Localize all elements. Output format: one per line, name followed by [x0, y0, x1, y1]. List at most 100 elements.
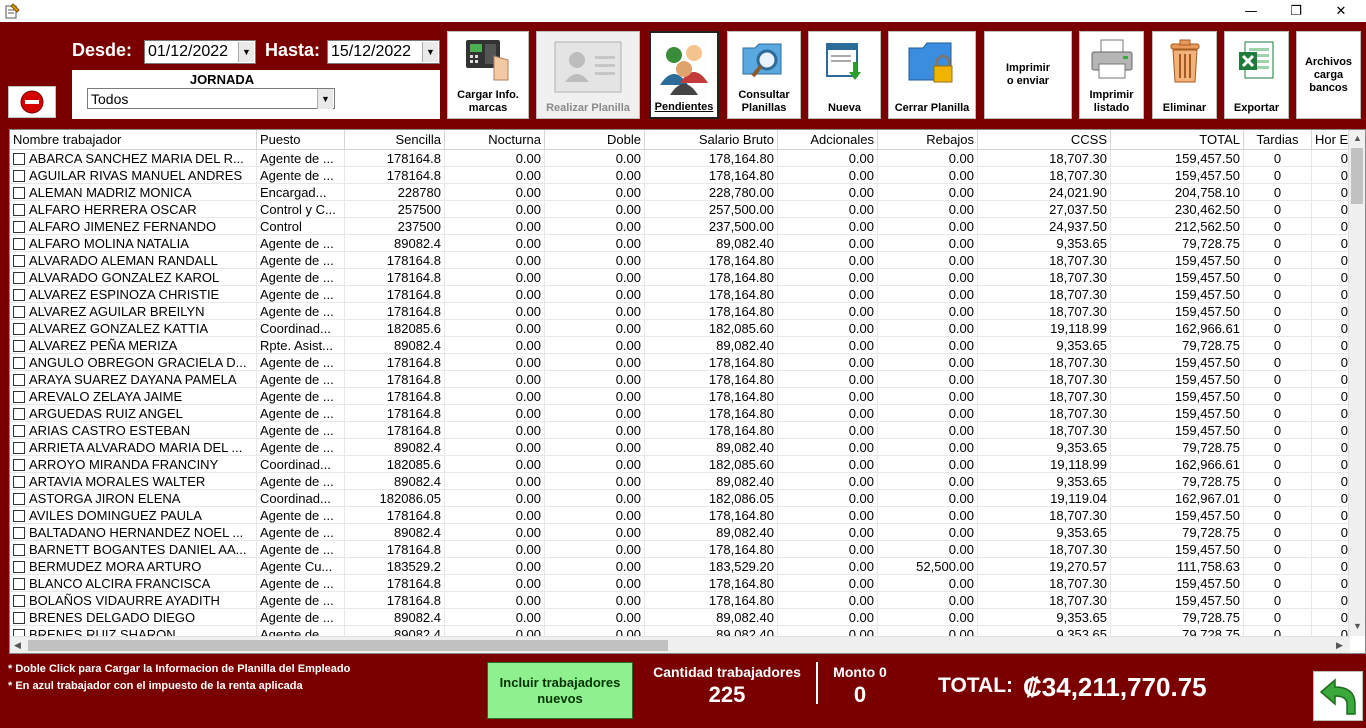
chevron-down-icon[interactable]: ▼ — [317, 88, 333, 109]
table-row[interactable]: ALVARADO GONZALEZ KAROL Agente de ... 1781… — [10, 269, 1350, 286]
row-checkbox[interactable] — [13, 493, 25, 505]
row-checkbox[interactable] — [13, 459, 25, 471]
back-button[interactable] — [1313, 671, 1363, 721]
table-row[interactable]: ANGULO OBREGON GRACIELA D... Agente de ..… — [10, 354, 1350, 371]
eliminar-button[interactable]: Eliminar — [1152, 31, 1217, 119]
horizontal-scrollbar[interactable]: ◀ ▶ — [10, 636, 1350, 653]
horizontal-scroll-thumb[interactable] — [28, 640, 668, 651]
chevron-down-icon[interactable]: ▼ — [422, 42, 438, 62]
table-row[interactable]: AVILES DOMINGUEZ PAULA Agente de ... 17816… — [10, 507, 1350, 524]
row-checkbox[interactable] — [13, 595, 25, 607]
row-checkbox[interactable] — [13, 629, 25, 636]
column-header-sencilla[interactable]: Sencilla — [345, 130, 445, 150]
column-header-nocturna[interactable]: Nocturna — [445, 130, 545, 150]
consultar-planillas-button[interactable]: Consultar Planillas — [727, 31, 801, 119]
stop-button[interactable] — [8, 86, 56, 118]
vertical-scroll-thumb[interactable] — [1351, 148, 1363, 204]
maximize-button[interactable]: ❐ — [1273, 0, 1319, 22]
row-checkbox[interactable] — [13, 442, 25, 454]
column-header-puesto[interactable]: Puesto — [257, 130, 345, 150]
table-row[interactable]: ALFARO JIMENEZ FERNANDO Control 237500 0.00… — [10, 218, 1350, 235]
cargar-marcas-button[interactable]: Cargar Info. marcas — [447, 31, 529, 119]
row-checkbox[interactable] — [13, 323, 25, 335]
hasta-date-picker[interactable]: 15/12/2022 ▼ — [327, 40, 440, 64]
column-header-nombre[interactable]: Nombre trabajador — [10, 130, 257, 150]
jornada-select[interactable]: Todos ▼ — [87, 88, 335, 109]
pendientes-button[interactable]: Pendientes — [649, 31, 719, 119]
incluir-trabajadores-button[interactable]: Incluir trabajadores nuevos — [487, 662, 633, 719]
table-row[interactable]: ABARCA SANCHEZ MARIA DEL R... Agente de .… — [10, 150, 1350, 167]
row-checkbox[interactable] — [13, 612, 25, 624]
table-row[interactable]: ALVAREZ GONZALEZ KATTIA Coordinad... 18208… — [10, 320, 1350, 337]
row-checkbox[interactable] — [13, 357, 25, 369]
table-row[interactable]: BARNETT BOGANTES DANIEL AA... Agente de .… — [10, 541, 1350, 558]
desde-date-picker[interactable]: 01/12/2022 ▼ — [144, 40, 256, 64]
chevron-down-icon[interactable]: ▼ — [238, 42, 254, 62]
table-row[interactable]: BOLAÑOS VIDAURRE AYADITH Agente de ... 178… — [10, 592, 1350, 609]
row-checkbox[interactable] — [13, 476, 25, 488]
table-row[interactable]: BRENES RUIZ SHARON Agente de ... 89082.4 0.… — [10, 626, 1350, 636]
row-checkbox[interactable] — [13, 510, 25, 522]
table-row[interactable]: BLANCO ALCIRA FRANCISCA Agente de ... 1781… — [10, 575, 1350, 592]
workers-table[interactable]: Nombre trabajador Puesto Sencilla Nocturna D… — [9, 129, 1366, 654]
table-row[interactable]: ARRIETA ALVARADO MARIA DEL ... Agente de … — [10, 439, 1350, 456]
table-row[interactable]: ALVAREZ ESPINOZA CHRISTIE Agente de ... 17… — [10, 286, 1350, 303]
imprimir-enviar-button[interactable]: Imprimir o enviar — [984, 31, 1072, 119]
chevron-left-icon[interactable]: ◀ — [14, 640, 21, 651]
table-row[interactable]: ALFARO MOLINA NATALIA Agente de ... 89082.… — [10, 235, 1350, 252]
column-header-rebajos[interactable]: Rebajos — [878, 130, 978, 150]
table-row[interactable]: ALFARO HERRERA OSCAR Control y C... 257500… — [10, 201, 1350, 218]
row-checkbox[interactable] — [13, 170, 25, 182]
row-checkbox[interactable] — [13, 306, 25, 318]
table-row[interactable]: ALEMAN MADRIZ MONICA Encargad... 228780 0.0… — [10, 184, 1350, 201]
row-checkbox[interactable] — [13, 221, 25, 233]
close-button[interactable]: ✕ — [1318, 0, 1364, 22]
table-row[interactable]: BERMUDEZ MORA ARTURO Agente Cu... 183529.2… — [10, 558, 1350, 575]
nueva-button[interactable]: Nueva — [808, 31, 881, 119]
table-row[interactable]: ARIAS CASTRO ESTEBAN Agente de ... 178164.… — [10, 422, 1350, 439]
column-header-ccss[interactable]: CCSS — [978, 130, 1111, 150]
chevron-up-icon[interactable]: ▲ — [1353, 133, 1362, 143]
row-checkbox[interactable] — [13, 204, 25, 216]
row-checkbox[interactable] — [13, 561, 25, 573]
table-row[interactable]: ARROYO MIRANDA FRANCINY Coordinad... 18208… — [10, 456, 1350, 473]
exportar-button[interactable]: Exportar — [1224, 31, 1289, 119]
row-checkbox[interactable] — [13, 578, 25, 590]
minimize-button[interactable]: — — [1228, 0, 1274, 22]
realizar-planilla-button[interactable]: Realizar Planilla — [536, 31, 640, 119]
table-row[interactable]: AREVALO ZELAYA JAIME Agente de ... 178164.… — [10, 388, 1350, 405]
table-row[interactable]: ARTAVIA MORALES WALTER Agente de ... 89082… — [10, 473, 1350, 490]
column-header-salario-bruto[interactable]: Salario Bruto — [645, 130, 778, 150]
table-row[interactable]: BALTADANO HERNANDEZ NOEL ... Agente de ..… — [10, 524, 1350, 541]
imprimir-listado-button[interactable]: Imprimir listado — [1079, 31, 1144, 119]
vertical-scrollbar[interactable]: ▲ ▼ — [1348, 130, 1365, 636]
table-row[interactable]: ARAYA SUAREZ DAYANA PAMELA Agente de ... 1… — [10, 371, 1350, 388]
cerrar-planilla-button[interactable]: Cerrar Planilla — [888, 31, 976, 119]
row-checkbox[interactable] — [13, 289, 25, 301]
row-checkbox[interactable] — [13, 425, 25, 437]
chevron-right-icon[interactable]: ▶ — [1336, 640, 1343, 651]
archivos-carga-bancos-button[interactable]: Archivos carga bancos — [1296, 31, 1361, 119]
table-row[interactable]: BRENES DELGADO DIEGO Agente de ... 89082.4… — [10, 609, 1350, 626]
row-checkbox[interactable] — [13, 153, 25, 165]
column-header-doble[interactable]: Doble — [545, 130, 645, 150]
row-checkbox[interactable] — [13, 187, 25, 199]
row-checkbox[interactable] — [13, 255, 25, 267]
chevron-down-icon[interactable]: ▼ — [1353, 621, 1362, 631]
table-row[interactable]: ALVAREZ PEÑA MERIZA Rpte. Asist... 89082.4… — [10, 337, 1350, 354]
row-checkbox[interactable] — [13, 391, 25, 403]
row-checkbox[interactable] — [13, 340, 25, 352]
row-checkbox[interactable] — [13, 408, 25, 420]
table-row[interactable]: AGUILAR RIVAS MANUEL ANDRES Agente de ...… — [10, 167, 1350, 184]
table-row[interactable]: ALVARADO ALEMAN RANDALL Agente de ... 1781… — [10, 252, 1350, 269]
column-header-hor-e[interactable]: Hor E — [1312, 130, 1352, 150]
row-checkbox[interactable] — [13, 374, 25, 386]
row-checkbox[interactable] — [13, 238, 25, 250]
row-checkbox[interactable] — [13, 527, 25, 539]
table-row[interactable]: ALVAREZ AGUILAR BREILYN Agente de ... 1781… — [10, 303, 1350, 320]
table-row[interactable]: ASTORGA JIRON ELENA Coordinad... 182086.05… — [10, 490, 1350, 507]
table-row[interactable]: ARGUEDAS RUIZ ANGEL Agente de ... 178164.8… — [10, 405, 1350, 422]
column-header-adicionales[interactable]: Adcionales — [778, 130, 878, 150]
row-checkbox[interactable] — [13, 544, 25, 556]
column-header-tardias[interactable]: Tardias — [1244, 130, 1312, 150]
